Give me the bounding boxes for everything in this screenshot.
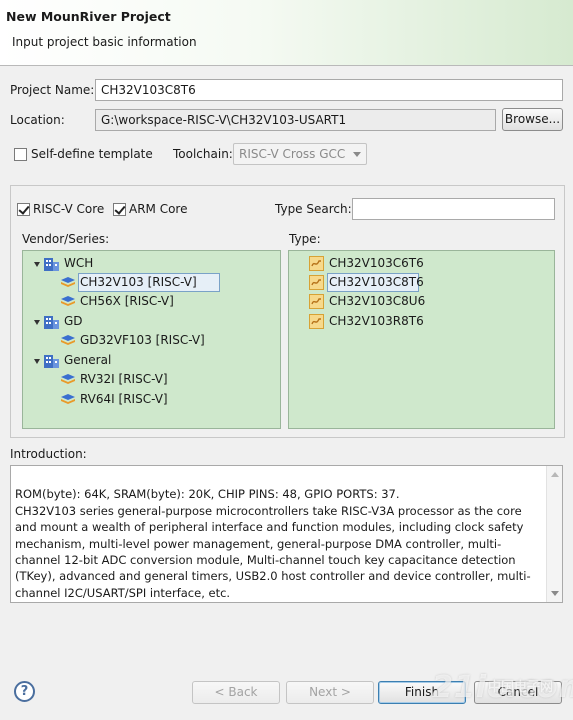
browse-button[interactable]: Browse... xyxy=(502,108,563,131)
cancel-button[interactable]: Cancel xyxy=(474,681,562,704)
tree-node-wch[interactable]: WCH xyxy=(23,254,280,273)
type-label: Type: xyxy=(289,232,321,246)
self-define-checkbox[interactable] xyxy=(14,148,27,161)
type-item-label: CH32V103C6T6 xyxy=(329,256,424,270)
location-label: Location: xyxy=(10,113,65,127)
wizard-subtitle: Input project basic information xyxy=(12,35,197,49)
tree-item-label: CH56X [RISC-V] xyxy=(80,294,174,308)
wizard-header: New MounRiver Project Input project basi… xyxy=(0,0,573,66)
help-button[interactable]: ? xyxy=(14,681,35,702)
self-define-label: Self-define template xyxy=(31,147,153,161)
building-icon xyxy=(44,258,59,271)
type-item-label: CH32V103C8U6 xyxy=(329,294,426,308)
series-chip-icon xyxy=(61,335,75,345)
chip-type-icon xyxy=(309,294,324,309)
project-name-input[interactable]: CH32V103C8T6 xyxy=(95,79,563,101)
arm-core-label: ARM Core xyxy=(129,202,188,216)
type-search-input[interactable] xyxy=(352,198,555,220)
scroll-down-arrow-icon[interactable] xyxy=(551,591,559,596)
tree-item-ch32v103[interactable]: CH32V103 [RISC-V] xyxy=(23,273,280,292)
series-chip-icon xyxy=(61,394,75,404)
arm-core-checkbox[interactable] xyxy=(113,203,126,216)
riscv-core-checkbox[interactable] xyxy=(17,203,30,216)
vertical-scrollbar[interactable] xyxy=(546,466,562,602)
chip-type-icon xyxy=(309,256,324,271)
introduction-text: ROM(byte): 64K, SRAM(byte): 20K, CHIP PI… xyxy=(15,487,531,600)
series-chip-icon xyxy=(61,277,75,287)
series-chip-icon xyxy=(61,296,75,306)
scroll-up-arrow-icon[interactable] xyxy=(551,472,559,477)
chevron-down-icon xyxy=(353,152,361,157)
tree-item-label: RV64I [RISC-V] xyxy=(80,392,168,406)
type-search-label: Type Search: xyxy=(275,202,352,216)
toolchain-value: RISC-V Cross GCC xyxy=(239,147,346,161)
introduction-label: Introduction: xyxy=(10,447,87,461)
riscv-core-label: RISC-V Core xyxy=(33,202,105,216)
toolchain-select[interactable]: RISC-V Cross GCC xyxy=(233,143,367,165)
chip-type-icon xyxy=(309,314,324,329)
expand-arrow-icon xyxy=(34,262,40,267)
tree-item-rv64i[interactable]: RV64I [RISC-V] xyxy=(23,390,280,409)
tree-item-label: RV32I [RISC-V] xyxy=(80,372,168,386)
next-button[interactable]: Next > xyxy=(286,681,374,704)
tree-item-ch56x[interactable]: CH56X [RISC-V] xyxy=(23,292,280,311)
vendor-tree[interactable]: WCH CH32V103 [RISC-V] CH56X [RISC-V] GD … xyxy=(22,250,281,429)
tree-node-label: General xyxy=(64,353,112,367)
expand-arrow-icon xyxy=(34,320,40,325)
finish-button[interactable]: Finish xyxy=(378,681,466,704)
location-input[interactable]: G:\workspace-RISC-V\CH32V103-USART1 xyxy=(95,109,496,131)
introduction-textarea[interactable]: ROM(byte): 64K, SRAM(byte): 20K, CHIP PI… xyxy=(10,465,563,603)
tree-node-label: WCH xyxy=(64,256,94,270)
wizard-title: New MounRiver Project xyxy=(6,9,171,24)
project-name-label: Project Name: xyxy=(10,83,95,97)
back-button[interactable]: < Back xyxy=(192,681,280,704)
tree-item-label: GD32VF103 [RISC-V] xyxy=(80,333,205,347)
building-icon xyxy=(44,316,59,329)
tree-node-label: GD xyxy=(64,314,83,328)
vendor-series-label: Vendor/Series: xyxy=(22,232,110,246)
expand-arrow-icon xyxy=(34,359,40,364)
toolchain-label: Toolchain: xyxy=(173,147,233,161)
type-item[interactable]: CH32V103C6T6 xyxy=(289,254,554,273)
series-chip-icon xyxy=(61,374,75,384)
type-item-label: CH32V103R8T6 xyxy=(329,314,424,328)
tree-item-gd32vf103[interactable]: GD32VF103 [RISC-V] xyxy=(23,331,280,350)
type-item-selected[interactable]: CH32V103C8T6 xyxy=(289,273,554,292)
tree-item-rv32i[interactable]: RV32I [RISC-V] xyxy=(23,370,280,389)
type-item-label: CH32V103C8T6 xyxy=(329,275,424,289)
building-icon xyxy=(44,355,59,368)
type-item[interactable]: CH32V103C8U6 xyxy=(289,292,554,311)
chip-type-icon xyxy=(309,275,324,290)
tree-item-label: CH32V103 [RISC-V] xyxy=(80,275,197,289)
type-list[interactable]: CH32V103C6T6 CH32V103C8T6 CH32V103C8U6 C… xyxy=(288,250,555,429)
tree-node-gd[interactable]: GD xyxy=(23,312,280,331)
tree-node-general[interactable]: General xyxy=(23,351,280,370)
type-item[interactable]: CH32V103R8T6 xyxy=(289,312,554,331)
